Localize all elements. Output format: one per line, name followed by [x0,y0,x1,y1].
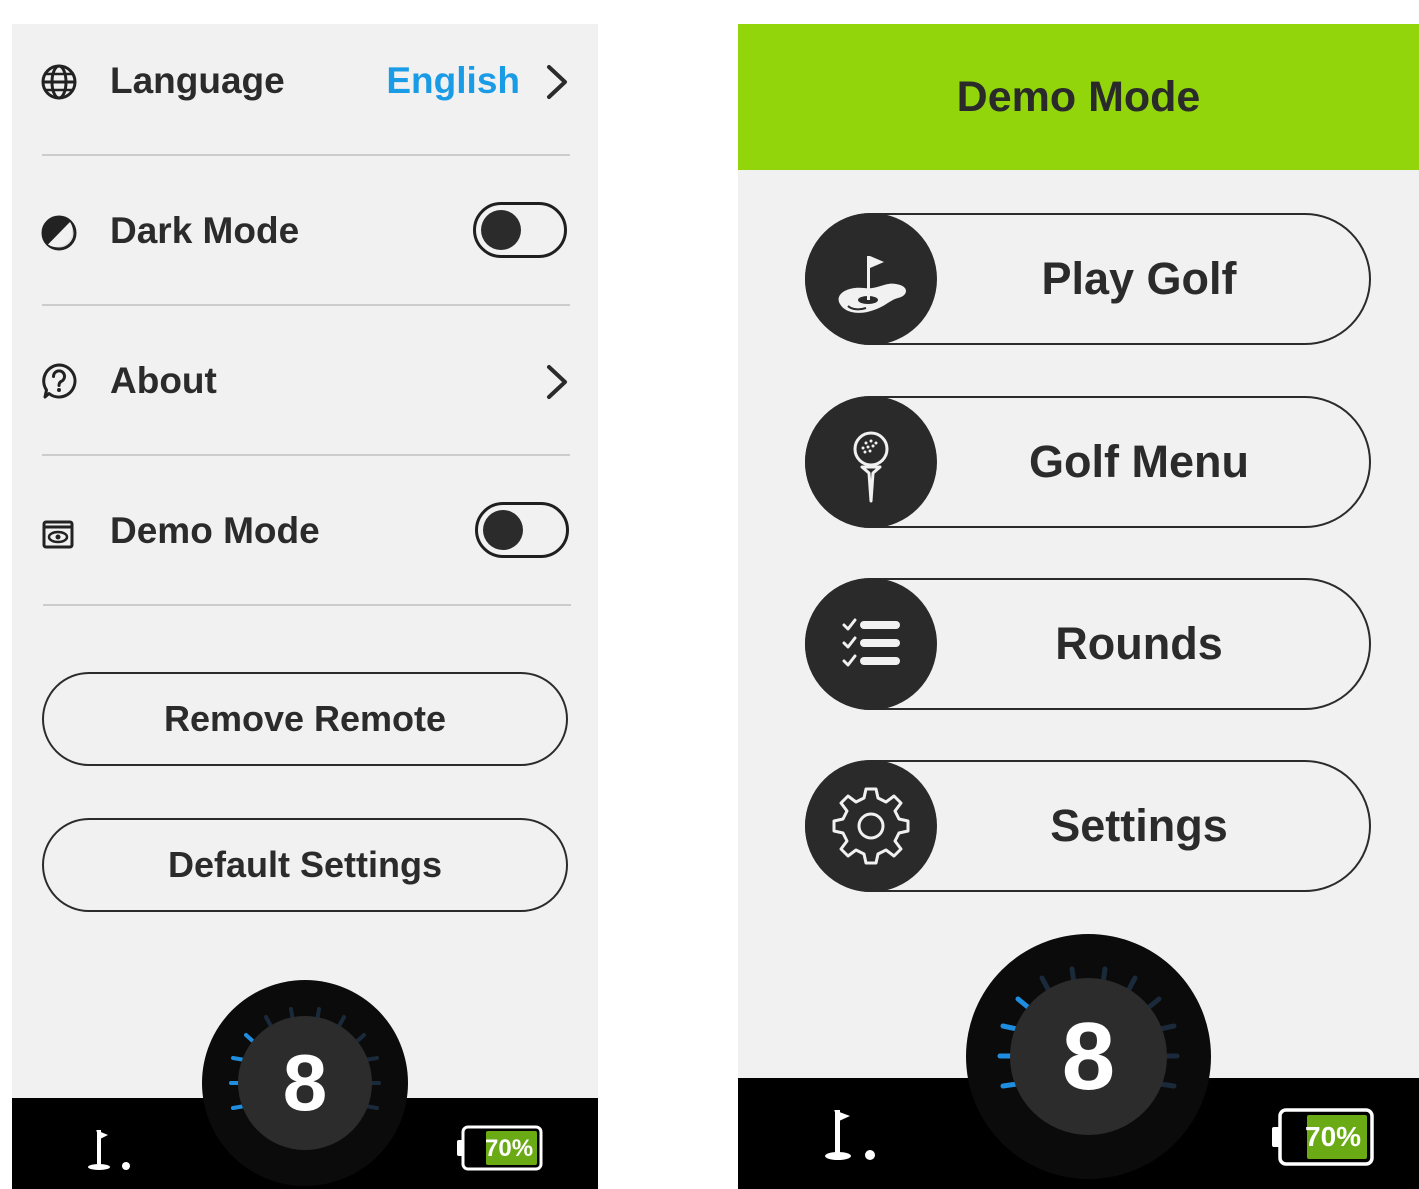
demo-mode-row: Demo Mode [12,474,598,624]
battery-percent: 70% [485,1135,534,1162]
demo-mode-toggle[interactable] [475,502,569,558]
dial-number: 8 [238,1016,372,1150]
chevron-right-icon [544,64,570,100]
battery-percent: 70% [1305,1121,1362,1152]
golf-green-icon [804,212,937,345]
divider [42,154,570,156]
dial-number: 8 [1010,978,1167,1135]
settings-screen: Language English Dark Mode About Demo Mo… [12,24,598,1189]
divider [42,304,570,306]
rounds-button[interactable]: Rounds [804,577,1371,710]
speed-dial[interactable]: 8 [202,980,408,1186]
language-value: English [386,60,520,101]
toggle-knob [481,210,521,250]
demo-eye-icon [40,516,78,554]
demo-mode-screen: Demo Mode Play Golf Golf Menu Rounds Set… [738,24,1419,1189]
rounds-label: Rounds [1055,618,1223,669]
toggle-knob [483,510,523,550]
demo-mode-header: Demo Mode [738,24,1419,170]
settings-label: Settings [1050,800,1228,851]
about-label: About [110,360,217,401]
remove-remote-button[interactable]: Remove Remote [42,672,568,766]
gear-icon [804,759,937,892]
contrast-icon [40,214,78,252]
demo-mode-label: Demo Mode [110,510,320,551]
play-golf-button[interactable]: Play Golf [804,212,1371,345]
play-golf-label: Play Golf [1041,253,1237,304]
globe-icon [40,63,78,101]
divider [43,604,571,606]
language-row[interactable]: Language English [12,24,598,174]
golf-flag-icon [820,1106,880,1171]
checklist-icon [804,577,937,710]
help-circle-icon [40,362,78,400]
about-row[interactable]: About [12,324,598,474]
golf-menu-button[interactable]: Golf Menu [804,395,1371,528]
speed-dial[interactable]: 8 [966,934,1211,1179]
dark-mode-label: Dark Mode [110,210,300,251]
language-label: Language [110,60,285,101]
golf-flag-icon [84,1126,134,1181]
settings-button[interactable]: Settings [804,759,1371,892]
default-settings-button[interactable]: Default Settings [42,818,568,912]
golf-tee-icon [804,395,937,528]
divider [42,454,570,456]
dark-mode-toggle[interactable] [473,202,567,258]
golf-menu-label: Golf Menu [1029,436,1249,487]
dark-mode-row: Dark Mode [12,174,598,324]
chevron-right-icon [544,364,570,400]
